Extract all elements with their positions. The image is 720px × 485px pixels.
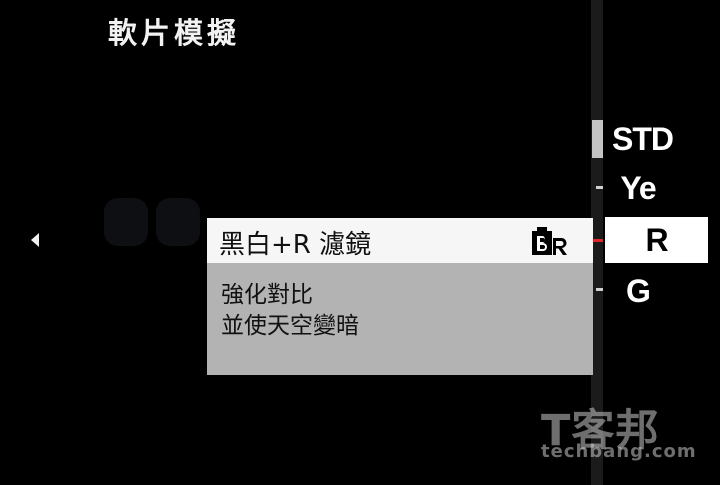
rail-tick: [596, 186, 603, 189]
left-arrow-icon[interactable]: [31, 233, 39, 247]
background-shape: [156, 198, 200, 246]
watermark-url: techbang.com: [541, 441, 697, 462]
filter-description-popup: 黑白+R 濾鏡 強化對比 並使天空變暗: [207, 218, 593, 375]
option-scroll-thumb[interactable]: [592, 120, 603, 158]
pointer-arrow-icon: [577, 233, 586, 247]
option-r-selected[interactable]: R: [605, 217, 708, 263]
page-title: 軟片模擬: [108, 16, 241, 50]
popup-description-line: 並使天空變暗: [221, 313, 359, 339]
popup-header: 黑白+R 濾鏡: [207, 218, 593, 263]
rail-tick-selected: [593, 239, 603, 242]
camera-menu-screen: 軟片模擬 STD Ye R G 黑白+R 濾鏡 強化對比 並使天空變暗 T客邦 …: [0, 0, 720, 485]
background-shape: [104, 198, 148, 246]
rail-tick: [596, 288, 603, 291]
option-std[interactable]: STD: [612, 119, 674, 159]
option-ye[interactable]: Ye: [612, 168, 664, 208]
option-g[interactable]: G: [612, 271, 664, 311]
bw-red-filter-icon: [532, 227, 567, 255]
popup-title: 黑白+R 濾鏡: [219, 230, 372, 260]
popup-description-line: 強化對比: [221, 282, 313, 308]
